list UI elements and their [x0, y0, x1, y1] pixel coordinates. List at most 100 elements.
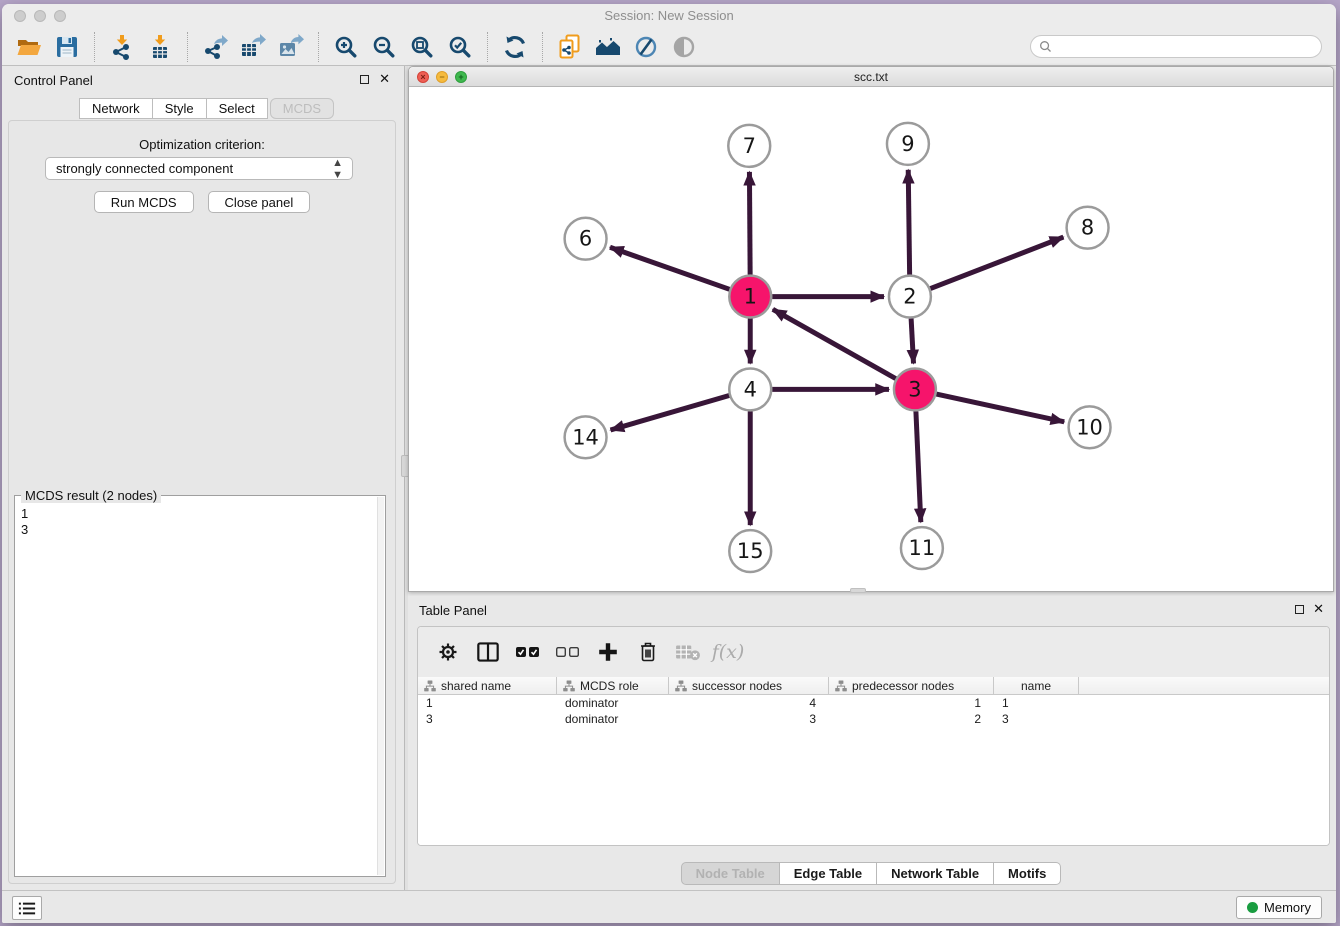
- table-column-headers: shared nameMCDS rolesuccessor nodesprede…: [418, 677, 1329, 695]
- graph-node-label-4: 4: [744, 377, 757, 401]
- table-rows: 1dominator4113dominator323: [418, 695, 1329, 845]
- graph-node-label-10: 10: [1076, 415, 1103, 439]
- graph-edge-2-3[interactable]: [911, 319, 913, 364]
- tab-motifs[interactable]: Motifs: [994, 862, 1061, 885]
- column-flow-icon: [424, 680, 436, 692]
- import-table-icon[interactable]: [143, 31, 177, 63]
- table-float-panel-icon[interactable]: [1295, 605, 1304, 614]
- close-panel-icon[interactable]: ✕: [379, 71, 390, 87]
- control-panel-title: Control Panel: [14, 73, 93, 88]
- open-session-icon[interactable]: [12, 31, 46, 63]
- column-flow-icon: [835, 680, 847, 692]
- tab-mcds[interactable]: MCDS: [270, 98, 334, 119]
- float-panel-icon[interactable]: [360, 75, 369, 84]
- tab-select[interactable]: Select: [207, 98, 268, 119]
- graph-edge-1-6[interactable]: [610, 247, 729, 289]
- tab-node-table[interactable]: Node Table: [681, 862, 780, 885]
- table-cell[interactable]: 3: [669, 711, 829, 727]
- save-session-icon[interactable]: [50, 31, 84, 63]
- graph-edge-3-10[interactable]: [936, 394, 1064, 422]
- export-image-icon[interactable]: [274, 31, 308, 63]
- network-window-titlebar[interactable]: × − + scc.txt: [409, 67, 1333, 87]
- table-panel-header: Table Panel ✕: [408, 596, 1334, 622]
- network-graph: 7968124314101511: [409, 88, 1333, 591]
- table-cell[interactable]: 4: [669, 695, 829, 711]
- table-cell[interactable]: 3: [994, 711, 1079, 727]
- search-box[interactable]: [1030, 35, 1322, 58]
- select-all-columns-icon[interactable]: [511, 636, 545, 668]
- optimization-criterion-select[interactable]: strongly connected component ▲▼: [45, 157, 353, 180]
- fit-content-icon[interactable]: [405, 31, 439, 63]
- memory-status-icon: [1247, 902, 1258, 913]
- deselect-all-columns-icon[interactable]: [551, 636, 585, 668]
- tab-edge-table[interactable]: Edge Table: [780, 862, 877, 885]
- delete-table-icon[interactable]: [671, 636, 705, 668]
- table-cell[interactable]: dominator: [557, 695, 669, 711]
- tab-network-table[interactable]: Network Table: [877, 862, 994, 885]
- table-cell[interactable]: dominator: [557, 711, 669, 727]
- table-row[interactable]: 1dominator411: [418, 695, 1329, 711]
- horizontal-splitter-handle[interactable]: [850, 588, 866, 593]
- table-row[interactable]: 3dominator323: [418, 711, 1329, 727]
- search-input[interactable]: [1057, 40, 1313, 54]
- function-builder-icon[interactable]: f(x): [711, 636, 745, 668]
- graph-edge-3-11[interactable]: [916, 411, 921, 522]
- add-column-icon[interactable]: [591, 636, 625, 668]
- zoom-selected-icon[interactable]: [443, 31, 477, 63]
- home-icon[interactable]: [591, 31, 625, 63]
- zoom-out-icon[interactable]: [367, 31, 401, 63]
- eye-contrast-icon[interactable]: [667, 31, 701, 63]
- result-scrollbar[interactable]: [377, 497, 384, 875]
- table-cell[interactable]: 1: [994, 695, 1079, 711]
- title-bar: Session: New Session: [2, 4, 1336, 28]
- search-icon: [1039, 40, 1052, 53]
- network-window-title: scc.txt: [409, 70, 1333, 84]
- column-header-successor-nodes[interactable]: successor nodes: [669, 677, 829, 695]
- graph-edge-2-8[interactable]: [930, 237, 1063, 288]
- export-table-icon[interactable]: [236, 31, 270, 63]
- tab-network[interactable]: Network: [79, 98, 153, 119]
- select-stepper-icon: ▲▼: [332, 157, 342, 181]
- hide-toggle-icon[interactable]: [629, 31, 663, 63]
- table-cell[interactable]: 1: [829, 695, 994, 711]
- zoom-in-icon[interactable]: [329, 31, 363, 63]
- column-header-name[interactable]: name: [994, 677, 1079, 695]
- close-panel-button[interactable]: Close panel: [208, 191, 311, 213]
- table-panel-title: Table Panel: [419, 603, 487, 618]
- table-tabs: Node Table Edge Table Network Table Moti…: [408, 862, 1334, 885]
- table-close-panel-icon[interactable]: ✕: [1313, 601, 1324, 617]
- graph-node-label-7: 7: [743, 134, 756, 158]
- network-view-window: × − + scc.txt 7968124314101511: [408, 66, 1334, 592]
- graph-edge-1-7[interactable]: [749, 172, 750, 275]
- network-canvas[interactable]: 7968124314101511: [409, 88, 1333, 591]
- control-panel-tabs: Network Style Select MCDS: [79, 98, 334, 119]
- table-cell[interactable]: 3: [418, 711, 557, 727]
- task-history-button[interactable]: [12, 896, 42, 920]
- memory-button[interactable]: Memory: [1236, 896, 1322, 919]
- tab-style[interactable]: Style: [153, 98, 207, 119]
- graph-node-label-6: 6: [579, 227, 592, 251]
- split-panel-icon[interactable]: [471, 636, 505, 668]
- graph-edge-2-9[interactable]: [908, 170, 909, 275]
- graph-edge-3-1[interactable]: [773, 309, 896, 378]
- export-network-icon[interactable]: [198, 31, 232, 63]
- column-header-shared-name[interactable]: shared name: [418, 677, 557, 695]
- column-header-mcds-role[interactable]: MCDS role: [557, 677, 669, 695]
- main-toolbar: [2, 28, 1336, 66]
- run-mcds-button[interactable]: Run MCDS: [94, 191, 194, 213]
- table-cell[interactable]: 2: [829, 711, 994, 727]
- toolbar-separator: [487, 32, 488, 62]
- refresh-layout-icon[interactable]: [498, 31, 532, 63]
- mcds-panel: Optimization criterion: strongly connect…: [8, 120, 396, 884]
- memory-label: Memory: [1264, 900, 1311, 915]
- import-network-icon[interactable]: [105, 31, 139, 63]
- mcds-result-box: MCDS result (2 nodes) 1 3: [14, 495, 386, 877]
- column-header-predecessor-nodes[interactable]: predecessor nodes: [829, 677, 994, 695]
- graph-node-label-8: 8: [1081, 216, 1094, 240]
- graph-edge-4-14[interactable]: [611, 395, 730, 430]
- graph-node-label-1: 1: [744, 285, 757, 309]
- settings-gear-icon[interactable]: [431, 636, 465, 668]
- duplicate-network-icon[interactable]: [553, 31, 587, 63]
- table-cell[interactable]: 1: [418, 695, 557, 711]
- delete-column-icon[interactable]: [631, 636, 665, 668]
